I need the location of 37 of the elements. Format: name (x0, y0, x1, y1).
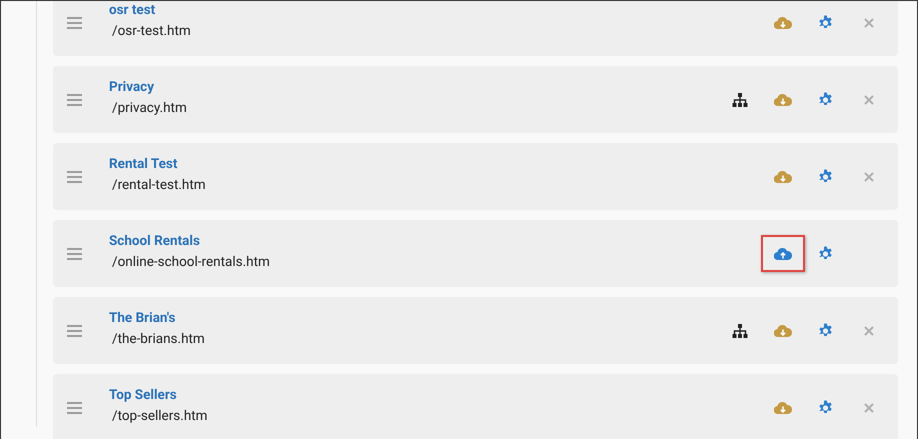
settings-icon[interactable] (818, 15, 833, 30)
page-path: /rental-test.htm (112, 177, 206, 193)
cloud-download-icon[interactable] (774, 93, 792, 106)
sitemap-icon[interactable] (732, 92, 748, 106)
page-title-link[interactable]: Rental Test (109, 156, 206, 172)
cloud-download-icon[interactable] (774, 324, 792, 337)
page-title-link[interactable]: osr test (109, 2, 191, 18)
settings-icon[interactable] (818, 400, 833, 415)
page-path: /online-school-rentals.htm (112, 254, 270, 270)
page-path: /the-brians.htm (112, 331, 205, 347)
settings-icon[interactable] (818, 92, 833, 107)
settings-icon[interactable] (818, 169, 833, 184)
page-title-link[interactable]: Privacy (109, 79, 187, 95)
cloud-download-icon[interactable] (774, 170, 792, 183)
close-icon[interactable] (864, 172, 874, 182)
page-title-link[interactable]: School Rentals (109, 233, 270, 249)
drag-handle-icon[interactable] (67, 94, 82, 106)
cloud-download-icon[interactable] (774, 16, 792, 29)
close-icon[interactable] (864, 402, 874, 412)
sitemap-icon[interactable] (732, 324, 748, 338)
close-icon[interactable] (864, 94, 874, 104)
close-icon[interactable] (864, 326, 874, 336)
drag-handle-icon[interactable] (67, 248, 82, 260)
page-path: /privacy.htm (112, 100, 187, 116)
drag-handle-icon[interactable] (67, 170, 82, 182)
page-title-link[interactable]: Top Sellers (109, 387, 208, 403)
close-icon[interactable] (864, 18, 874, 28)
cloud-upload-icon[interactable] (774, 247, 792, 260)
page-path: /osr-test.htm (112, 23, 191, 39)
settings-icon[interactable] (818, 323, 833, 338)
drag-handle-icon[interactable] (67, 324, 82, 336)
drag-handle-icon[interactable] (67, 402, 82, 414)
page-path: /top-sellers.htm (112, 408, 208, 424)
cloud-download-icon[interactable] (774, 401, 792, 414)
drag-handle-icon[interactable] (67, 16, 82, 28)
settings-icon[interactable] (818, 246, 833, 261)
page-title-link[interactable]: The Brian's (109, 310, 205, 326)
